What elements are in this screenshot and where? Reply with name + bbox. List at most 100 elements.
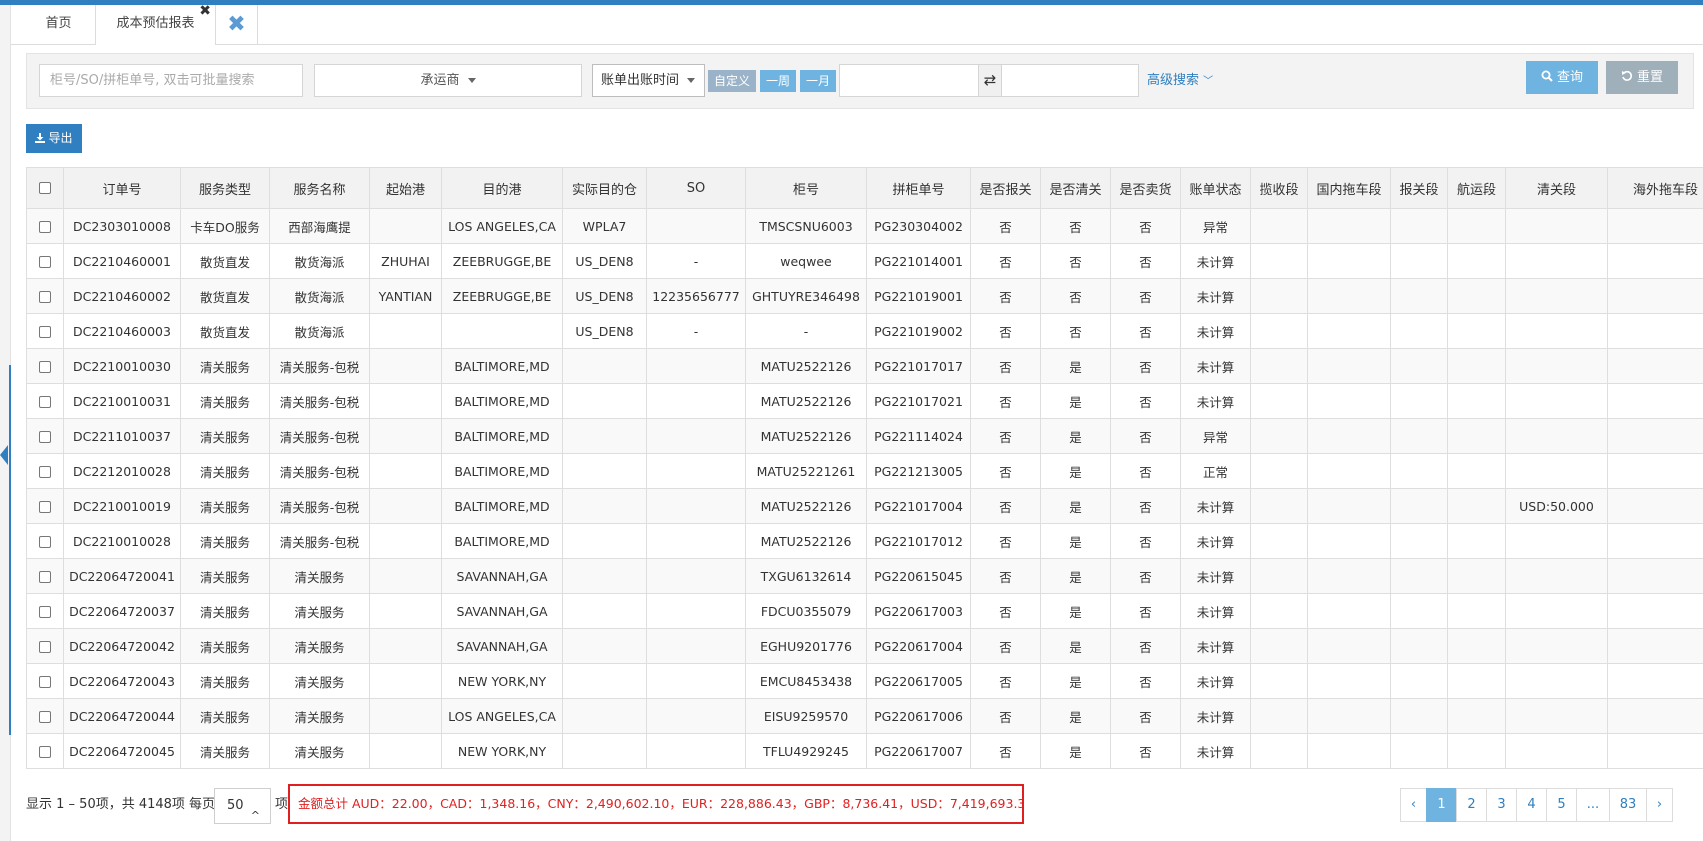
row-checkbox-cell[interactable] xyxy=(26,383,64,419)
row-checkbox-cell[interactable] xyxy=(26,523,64,559)
close-all-tabs-icon[interactable]: ✖ xyxy=(216,5,258,45)
column-header[interactable]: 是否卖货 xyxy=(1110,167,1181,209)
column-header[interactable]: 目的港 xyxy=(441,167,563,209)
page-button-2[interactable]: 2 xyxy=(1456,788,1487,822)
row-checkbox[interactable] xyxy=(39,571,51,583)
table-row[interactable]: DC2210010028 清关服务 清关服务-包税 BALTIMORE,MD MATU2… xyxy=(26,523,1703,559)
table-cell: DC22064720042 xyxy=(63,628,181,664)
swap-icon[interactable]: ⇄ xyxy=(979,64,1001,97)
query-button[interactable]: 查询 xyxy=(1526,61,1598,94)
advanced-search-link[interactable]: 高级搜索 ﹀ xyxy=(1147,64,1213,98)
row-checkbox[interactable] xyxy=(39,291,51,303)
custom-range-button[interactable]: 自定义 xyxy=(708,70,756,92)
table-row[interactable]: DC22064720043 清关服务 清关服务 NEW YORK,NY EMCU8453… xyxy=(26,663,1703,699)
row-checkbox-cell[interactable] xyxy=(26,593,64,629)
sidebar-collapse-icon[interactable] xyxy=(0,445,8,465)
export-button[interactable]: 导出 xyxy=(26,124,82,153)
column-header[interactable]: 是否报关 xyxy=(970,167,1041,209)
table-row[interactable]: DC2210010030 清关服务 清关服务-包税 BALTIMORE,MD MATU2… xyxy=(26,348,1703,384)
left-sidebar-rail[interactable] xyxy=(0,5,11,841)
column-header[interactable]: 揽收段 xyxy=(1250,167,1308,209)
column-header[interactable]: 订单号 xyxy=(63,167,181,209)
tab-home[interactable]: 首页 xyxy=(22,5,96,45)
table-row[interactable]: DC2210460001 散货直发 散货海派 ZHUHAI ZEEBRUGGE,BE US… xyxy=(26,243,1703,279)
time-type-select[interactable]: 账单出账时间 xyxy=(592,64,705,97)
order-search-input[interactable]: 柜号/SO/拼柜单号, 双击可批量搜索 xyxy=(39,64,303,97)
row-checkbox-cell[interactable] xyxy=(26,208,64,244)
page-button-3[interactable]: 3 xyxy=(1486,788,1517,822)
table-row[interactable]: DC2303010008 卡车DO服务 西部海鹰提 LOS ANGELES,CA WPL… xyxy=(26,208,1703,244)
row-checkbox-cell[interactable] xyxy=(26,418,64,454)
one-week-button[interactable]: 一周 xyxy=(760,70,796,92)
table-row[interactable]: DC2211010037 清关服务 清关服务-包税 BALTIMORE,MD MATU2… xyxy=(26,418,1703,454)
page-button-1[interactable]: 1 xyxy=(1426,788,1457,822)
tab-cost-estimate-report[interactable]: 成本预估报表 ✖ xyxy=(96,3,216,45)
row-checkbox[interactable] xyxy=(39,711,51,723)
column-header[interactable]: 实际目的仓 xyxy=(562,167,647,209)
reset-button[interactable]: 重置 xyxy=(1606,61,1678,94)
row-checkbox[interactable] xyxy=(39,606,51,618)
column-header[interactable]: 服务类型 xyxy=(180,167,270,209)
table-cell xyxy=(646,558,746,594)
row-checkbox[interactable] xyxy=(39,641,51,653)
table-row[interactable]: DC2210460002 散货直发 散货海派 YANTIAN ZEEBRUGGE,BE U… xyxy=(26,278,1703,314)
row-checkbox[interactable] xyxy=(39,466,51,478)
row-checkbox-cell[interactable] xyxy=(26,243,64,279)
column-header[interactable]: 是否清关 xyxy=(1040,167,1111,209)
table-row[interactable]: DC22064720037 清关服务 清关服务 SAVANNAH,GA FDCU0355… xyxy=(26,593,1703,629)
row-checkbox[interactable] xyxy=(39,326,51,338)
start-date-input[interactable] xyxy=(839,64,979,97)
one-month-button[interactable]: 一月 xyxy=(800,70,836,92)
column-header[interactable]: 航运段 xyxy=(1447,167,1506,209)
row-checkbox[interactable] xyxy=(39,396,51,408)
column-header[interactable]: 服务名称 xyxy=(269,167,370,209)
row-checkbox-cell[interactable] xyxy=(26,313,64,349)
page-button-last[interactable]: 83 xyxy=(1609,788,1647,822)
table-cell: 否 xyxy=(1040,243,1111,279)
row-checkbox[interactable] xyxy=(39,676,51,688)
row-checkbox-cell[interactable] xyxy=(26,628,64,664)
table-row[interactable]: DC22064720044 清关服务 清关服务 LOS ANGELES,CA EISU9… xyxy=(26,698,1703,734)
row-checkbox-cell[interactable] xyxy=(26,698,64,734)
prev-page-button[interactable]: ‹ xyxy=(1400,788,1427,822)
column-header[interactable]: 海外拖车段 xyxy=(1607,167,1703,209)
column-header[interactable]: 柜号 xyxy=(745,167,867,209)
row-checkbox[interactable] xyxy=(39,431,51,443)
column-header[interactable]: SO xyxy=(646,167,746,209)
row-checkbox-cell[interactable] xyxy=(26,488,64,524)
row-checkbox[interactable] xyxy=(39,746,51,758)
table-row[interactable]: DC2210010019 清关服务 清关服务-包税 BALTIMORE,MD MATU2… xyxy=(26,488,1703,524)
table-row[interactable]: DC2212010028 清关服务 清关服务-包税 BALTIMORE,MD MATU2… xyxy=(26,453,1703,489)
select-all-checkbox[interactable] xyxy=(39,182,51,194)
page-button-5[interactable]: 5 xyxy=(1546,788,1577,822)
row-checkbox-cell[interactable] xyxy=(26,733,64,769)
column-header[interactable]: 报关段 xyxy=(1390,167,1448,209)
carrier-select[interactable]: 承运商 xyxy=(314,64,582,97)
row-checkbox[interactable] xyxy=(39,361,51,373)
table-row[interactable]: DC22064720042 清关服务 清关服务 SAVANNAH,GA EGHU9201… xyxy=(26,628,1703,664)
table-row[interactable]: DC22064720045 清关服务 清关服务 NEW YORK,NY TFLU4929… xyxy=(26,733,1703,769)
table-row[interactable]: DC2210010031 清关服务 清关服务-包税 BALTIMORE,MD MATU2… xyxy=(26,383,1703,419)
close-tab-icon[interactable]: ✖ xyxy=(199,0,211,23)
row-checkbox-cell[interactable] xyxy=(26,348,64,384)
row-checkbox-cell[interactable] xyxy=(26,663,64,699)
table-row[interactable]: DC2210460003 散货直发 散货海派 US_DEN8- - PG221019002… xyxy=(26,313,1703,349)
column-header[interactable]: 国内拖车段 xyxy=(1307,167,1391,209)
next-page-button[interactable]: › xyxy=(1646,788,1673,822)
row-checkbox-cell[interactable] xyxy=(26,453,64,489)
row-checkbox[interactable] xyxy=(39,256,51,268)
row-checkbox-cell[interactable] xyxy=(26,558,64,594)
row-checkbox[interactable] xyxy=(39,221,51,233)
column-header[interactable]: 起始港 xyxy=(369,167,442,209)
column-header[interactable]: 账单状态 xyxy=(1180,167,1251,209)
select-all-checkbox-cell[interactable] xyxy=(26,167,64,209)
page-size-select[interactable]: 50 ^ xyxy=(214,788,271,824)
column-header[interactable]: 清关段 xyxy=(1505,167,1608,209)
end-date-input[interactable] xyxy=(1001,64,1139,97)
row-checkbox[interactable] xyxy=(39,501,51,513)
page-button-4[interactable]: 4 xyxy=(1516,788,1547,822)
column-header[interactable]: 拼柜单号 xyxy=(866,167,971,209)
table-row[interactable]: DC22064720041 清关服务 清关服务 SAVANNAH,GA TXGU6132… xyxy=(26,558,1703,594)
row-checkbox-cell[interactable] xyxy=(26,278,64,314)
row-checkbox[interactable] xyxy=(39,536,51,548)
